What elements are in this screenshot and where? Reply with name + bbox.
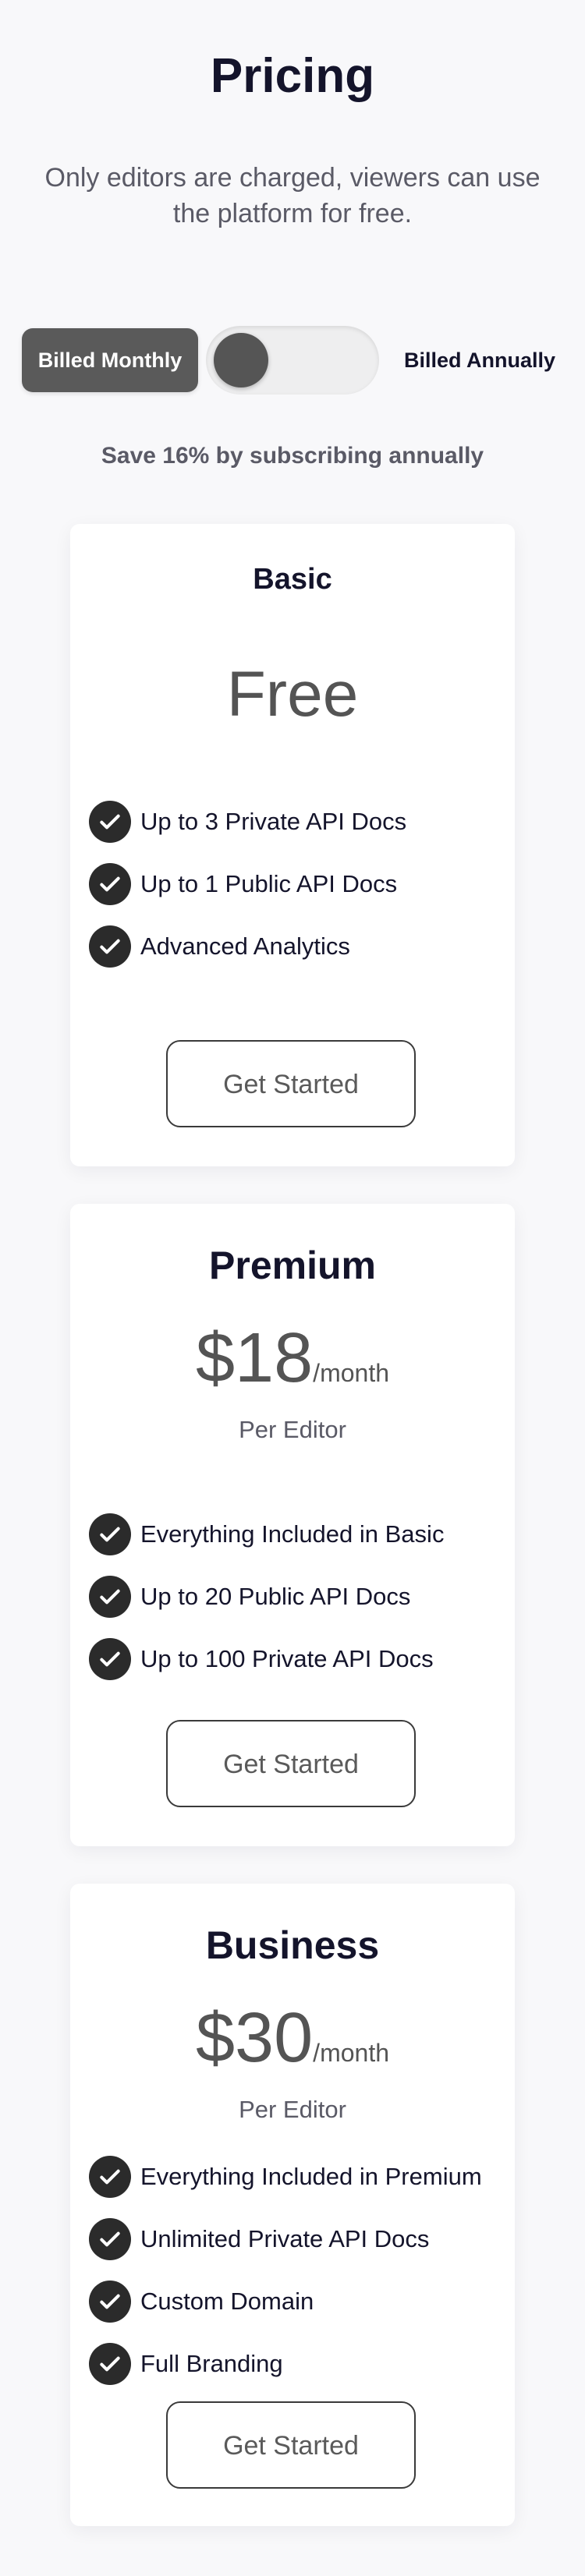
check-circle-icon xyxy=(89,925,131,968)
feature-list: Up to 3 Private API Docs Up to 1 Public … xyxy=(89,791,502,978)
plan-name: Business xyxy=(205,1923,380,1967)
feature-item: Advanced Analytics xyxy=(89,915,502,978)
check-circle-icon xyxy=(89,1513,131,1555)
check-circle-icon xyxy=(89,1638,131,1680)
price-row: $30/month xyxy=(70,1999,515,2077)
feature-label: Everything Included in Basic xyxy=(140,1520,445,1548)
feature-label: Up to 3 Private API Docs xyxy=(140,808,407,835)
feature-item: Up to 100 Private API Docs xyxy=(89,1628,502,1690)
page-subtitle: Only editors are charged, viewers can us… xyxy=(44,163,541,228)
check-circle-icon xyxy=(89,2281,131,2323)
feature-item: Full Branding xyxy=(89,2333,502,2395)
page-title: Pricing xyxy=(210,49,375,103)
check-circle-icon xyxy=(89,2343,131,2385)
check-circle-icon xyxy=(89,863,131,905)
plan-name: Premium xyxy=(209,1244,376,1287)
billing-toggle: Billed Monthly Billed Annually xyxy=(0,326,585,396)
feature-label: Up to 100 Private API Docs xyxy=(140,1645,434,1672)
plan-card-basic: Basic Free Up to 3 Private API Docs Up t… xyxy=(70,524,515,1166)
plan-price: $18 xyxy=(196,1319,314,1397)
get-started-button[interactable]: Get Started xyxy=(166,1720,416,1807)
price-row: $18/month xyxy=(70,1319,515,1397)
save-note: Save 16% by subscribing annually xyxy=(101,443,484,469)
feature-item: Custom Domain xyxy=(89,2270,502,2333)
price-period: /month xyxy=(313,1359,389,1387)
billed-annually-label[interactable]: Billed Annually xyxy=(390,326,569,395)
billed-monthly-button[interactable]: Billed Monthly xyxy=(22,328,198,392)
get-started-button[interactable]: Get Started xyxy=(166,1040,416,1127)
plan-card-business: Business $30/month Per Editor Everything… xyxy=(70,1884,515,2526)
plan-price: Free xyxy=(226,659,359,730)
feature-list: Everything Included in Basic Up to 20 Pu… xyxy=(89,1503,502,1690)
check-circle-icon xyxy=(89,801,131,843)
per-editor-label: Per Editor xyxy=(239,1416,346,1443)
check-circle-icon xyxy=(89,1576,131,1618)
switch-knob[interactable] xyxy=(214,333,268,387)
feature-item: Everything Included in Premium xyxy=(89,2146,502,2208)
check-circle-icon xyxy=(89,2156,131,2198)
feature-label: Up to 1 Public API Docs xyxy=(140,870,398,897)
feature-item: Everything Included in Basic xyxy=(89,1503,502,1566)
get-started-button[interactable]: Get Started xyxy=(166,2401,416,2489)
plan-price: $30 xyxy=(196,1999,314,2077)
feature-item: Unlimited Private API Docs xyxy=(89,2208,502,2270)
feature-item: Up to 1 Public API Docs xyxy=(89,853,502,915)
plan-name: Basic xyxy=(253,563,332,596)
feature-label: Full Branding xyxy=(140,2350,283,2377)
feature-item: Up to 20 Public API Docs xyxy=(89,1566,502,1628)
feature-label: Unlimited Private API Docs xyxy=(140,2225,430,2252)
feature-label: Advanced Analytics xyxy=(140,932,350,960)
feature-label: Everything Included in Premium xyxy=(140,2163,482,2190)
billing-switch[interactable] xyxy=(206,326,379,395)
feature-list: Everything Included in Premium Unlimited… xyxy=(89,2146,502,2395)
price-period: /month xyxy=(313,2039,389,2067)
feature-label: Custom Domain xyxy=(140,2288,314,2315)
feature-label: Up to 20 Public API Docs xyxy=(140,1583,411,1610)
feature-item: Up to 3 Private API Docs xyxy=(89,791,502,853)
per-editor-label: Per Editor xyxy=(239,2096,346,2123)
plan-card-premium: Premium $18/month Per Editor Everything … xyxy=(70,1204,515,1846)
check-circle-icon xyxy=(89,2218,131,2260)
